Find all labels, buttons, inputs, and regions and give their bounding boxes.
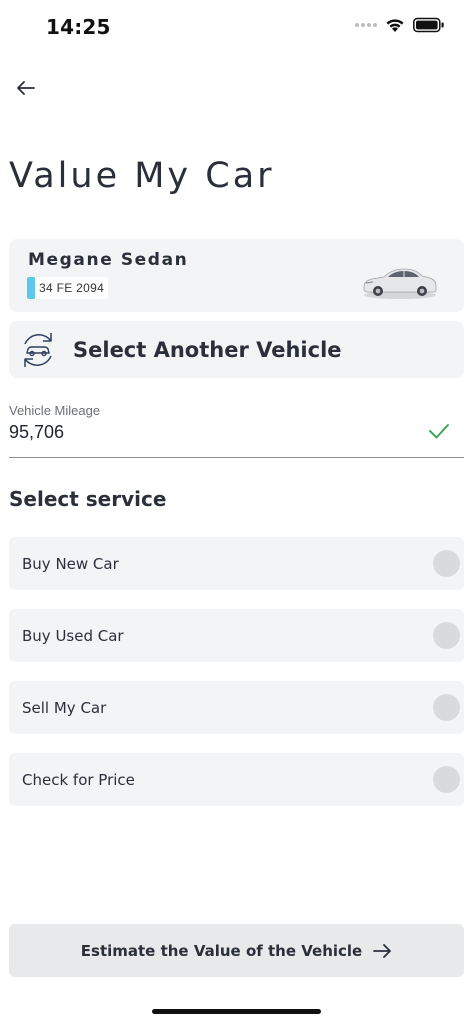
car-swap-icon [24, 333, 52, 367]
page-title: Value My Car [9, 156, 275, 196]
arrow-right-icon [373, 943, 392, 958]
vehicle-card[interactable]: Megane Sedan 34 FE 2094 [9, 239, 464, 312]
service-label: Sell My Car [22, 699, 107, 717]
service-option-buy-new-car[interactable]: Buy New Car [9, 537, 464, 590]
value-my-car-screen: 14:25 Value My Car Megane Sedan 34 FE 20… [0, 0, 473, 1024]
estimate-value-button[interactable]: Estimate the Value of the Vehicle [9, 924, 464, 977]
service-label: Check for Price [22, 771, 135, 789]
signal-icon [355, 23, 377, 27]
vehicle-name: Megane Sedan [28, 250, 189, 270]
select-another-vehicle-button[interactable]: Select Another Vehicle [9, 321, 464, 378]
service-label: Buy New Car [22, 555, 119, 573]
plate-strip [27, 277, 35, 299]
mileage-field: Vehicle Mileage [9, 400, 464, 458]
car-image [363, 268, 437, 299]
home-indicator [152, 1009, 321, 1014]
plate-number: 34 FE 2094 [39, 281, 105, 295]
status-time: 14:25 [46, 15, 111, 39]
wifi-icon [386, 19, 404, 32]
mileage-label: Vehicle Mileage [9, 403, 101, 418]
arrow-left-icon [17, 81, 35, 95]
radio-button[interactable] [433, 550, 460, 577]
select-vehicle-label: Select Another Vehicle [73, 338, 342, 362]
license-plate: 34 FE 2094 [27, 277, 109, 299]
service-option-buy-used-car[interactable]: Buy Used Car [9, 609, 464, 662]
estimate-label: Estimate the Value of the Vehicle [80, 941, 363, 960]
select-service-title: Select service [9, 487, 167, 511]
battery-icon [413, 17, 444, 33]
radio-button[interactable] [433, 622, 460, 649]
back-button[interactable] [12, 74, 40, 102]
status-icons [355, 17, 445, 33]
service-label: Buy Used Car [22, 627, 124, 645]
check-icon [429, 424, 449, 439]
service-option-check-for-price[interactable]: Check for Price [9, 753, 464, 806]
service-option-sell-my-car[interactable]: Sell My Car [9, 681, 464, 734]
radio-button[interactable] [433, 694, 460, 721]
status-bar: 14:25 [0, 0, 473, 54]
radio-button[interactable] [433, 766, 460, 793]
mileage-input[interactable] [9, 422, 409, 443]
